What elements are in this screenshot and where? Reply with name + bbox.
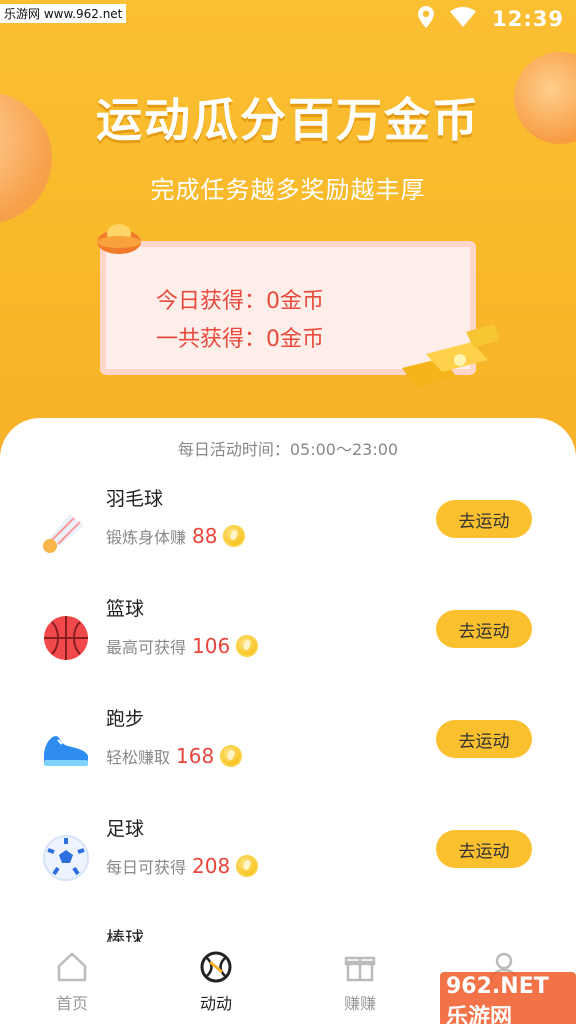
home-icon — [57, 952, 87, 982]
tab-label: 动动 — [199, 994, 232, 1013]
sport-name: 篮球 — [106, 598, 145, 620]
wifi-icon — [450, 7, 477, 31]
tab-home[interactable]: 首页 — [22, 950, 122, 1014]
watermark-label: 乐游网 www.962.net — [0, 4, 127, 23]
reward-amount: 208 — [192, 854, 231, 878]
sport-name: 羽毛球 — [106, 488, 164, 510]
basketball-icon — [40, 612, 92, 664]
activity-time-label: 每日活动时间：05:00～23:00 — [177, 440, 399, 459]
list-item-soccer: 足球 每日可获得 208 去运动 — [0, 810, 576, 920]
coin-icon — [236, 635, 259, 657]
reward-amount: 106 — [192, 634, 231, 658]
status-bar: 乐游网 www.962.net 12:39 — [0, 0, 576, 38]
ball-icon — [200, 951, 232, 983]
gold-bars-icon — [396, 318, 506, 390]
list-item-basketball: 篮球 最高可获得 106 去运动 — [0, 590, 576, 700]
reward-amount: 168 — [176, 744, 215, 768]
sport-reward-line: 轻松赚取 168 — [106, 744, 243, 768]
total-earnings: 一共获得：0金币 — [156, 327, 324, 352]
reward-amount: 88 — [192, 524, 218, 548]
reward-description: 每日可获得 — [106, 858, 187, 877]
soccer-ball-icon — [40, 832, 92, 884]
coin-icon — [223, 525, 246, 547]
reward-description: 最高可获得 — [106, 638, 187, 657]
sport-reward-line: 最高可获得 106 — [106, 634, 259, 658]
site-watermark: 962.NET 乐游网 — [440, 972, 576, 1024]
tab-dongdong[interactable]: 动动 — [166, 950, 266, 1014]
tab-zhuanzhuan[interactable]: 赚赚 — [310, 950, 410, 1014]
badminton-icon — [40, 502, 92, 554]
sport-reward-line: 锻炼身体赚 88 — [106, 524, 246, 548]
sports-task-panel: 每日活动时间：05:00～23:00 羽毛球 锻炼身体赚 88 去运动 篮球 最… — [0, 418, 576, 950]
go-exercise-button[interactable]: 去运动 — [436, 720, 532, 758]
reward-description: 轻松赚取 — [106, 748, 171, 767]
coin-icon — [220, 745, 243, 767]
sport-reward-line: 每日可获得 208 — [106, 854, 259, 878]
gift-icon — [344, 956, 376, 982]
hero-subtitle: 完成任务越多奖励越丰厚 — [150, 176, 426, 204]
hero-title: 运动瓜分百万金币 — [96, 93, 480, 147]
tab-label: 赚赚 — [343, 994, 376, 1013]
hero-banner: 乐游网 www.962.net 12:39 运动瓜分百万金币 完成任务越多奖励越… — [0, 0, 576, 470]
list-item-badminton: 羽毛球 锻炼身体赚 88 去运动 — [0, 480, 576, 590]
today-earnings: 今日获得：0金币 — [156, 289, 324, 314]
tab-label: 首页 — [55, 994, 88, 1013]
running-shoe-icon — [40, 722, 92, 774]
go-exercise-button[interactable]: 去运动 — [436, 500, 532, 538]
reward-description: 锻炼身体赚 — [106, 528, 187, 547]
go-exercise-button[interactable]: 去运动 — [436, 610, 532, 648]
sport-name: 足球 — [106, 818, 145, 840]
go-exercise-button[interactable]: 去运动 — [436, 830, 532, 868]
list-item-running: 跑步 轻松赚取 168 去运动 — [0, 700, 576, 810]
clock: 12:39 — [492, 7, 564, 31]
location-icon — [418, 6, 435, 32]
sport-name: 跑步 — [106, 708, 145, 730]
gold-ingot-icon — [96, 216, 142, 256]
coin-icon — [236, 855, 259, 877]
